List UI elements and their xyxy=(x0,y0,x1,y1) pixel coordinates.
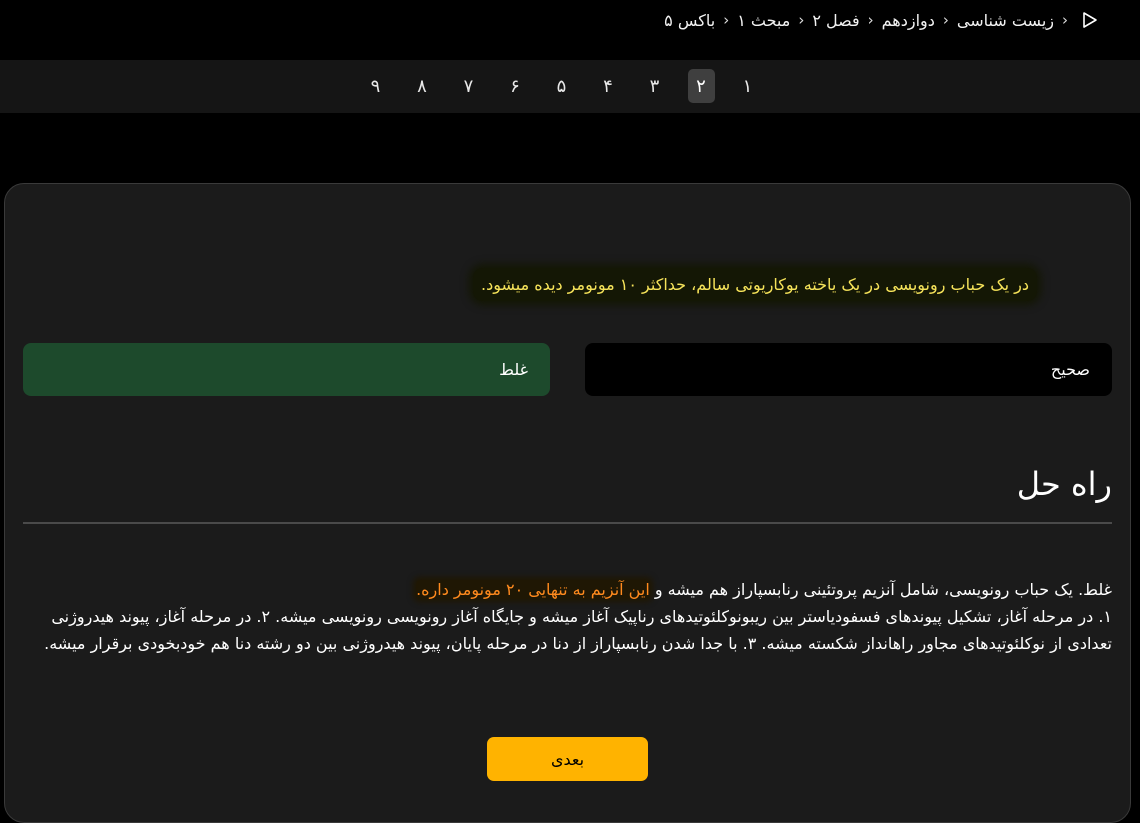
page-button-6[interactable]: ۶ xyxy=(502,69,529,103)
breadcrumb-item-box[interactable]: باکس ۵ xyxy=(664,11,715,30)
chevron-left-icon: ‹ xyxy=(798,10,805,29)
top-bar: ‹ زیست شناسی ‹ دوازدهم ‹ فصل ۲ ‹ مبحث ۱ … xyxy=(0,0,1140,60)
chevron-left-icon: ‹ xyxy=(942,10,949,29)
option-true-label: صحیح xyxy=(1050,360,1090,379)
pager-list: ۱ ۲ ۳ ۴ ۵ ۶ ۷ ۸ ۹ xyxy=(362,69,761,103)
solution-text: غلط. یک حباب رونویسی، شامل آنزیم پروتئین… xyxy=(42,576,1112,657)
breadcrumb-item-chapter[interactable]: فصل ۲ xyxy=(812,11,859,30)
option-true-button[interactable]: صحیح xyxy=(585,343,1112,396)
next-button[interactable]: بعدی xyxy=(487,737,648,781)
chevron-left-icon: ‹ xyxy=(867,10,874,29)
solution-divider xyxy=(23,522,1112,524)
play-icon[interactable] xyxy=(1080,10,1100,30)
breadcrumb-item-subject[interactable]: زیست شناسی xyxy=(957,11,1054,30)
breadcrumb-item-grade[interactable]: دوازدهم xyxy=(882,11,935,30)
page-button-8[interactable]: ۸ xyxy=(409,69,436,103)
chevron-left-icon: ‹ xyxy=(1062,10,1068,29)
page-button-9[interactable]: ۹ xyxy=(362,69,389,103)
chevron-left-icon: ‹ xyxy=(723,10,730,29)
solution-body: ۱. در مرحله آغاز، تشکیل پیوندهای فسفودیا… xyxy=(44,607,1112,653)
question-text: در یک حباب رونویسی در یک یاخته یوکاریوتی… xyxy=(473,268,1037,301)
option-false-button-selected[interactable]: غلط xyxy=(23,343,550,396)
page-button-1[interactable]: ۱ xyxy=(734,69,761,103)
solution-line1: غلط. یک حباب رونویسی، شامل آنزیم پروتئین… xyxy=(649,580,1112,599)
breadcrumb-item-topic[interactable]: مبحث ۱ xyxy=(737,11,790,30)
breadcrumb: ‹ زیست شناسی ‹ دوازدهم ‹ فصل ۲ ‹ مبحث ۱ … xyxy=(664,8,1100,32)
page-button-7[interactable]: ۷ xyxy=(455,69,482,103)
page-button-2-active[interactable]: ۲ xyxy=(687,69,715,103)
option-false-label: غلط xyxy=(499,360,528,379)
page-button-5[interactable]: ۵ xyxy=(548,69,575,103)
question-pager: ۱ ۲ ۳ ۴ ۵ ۶ ۷ ۸ ۹ xyxy=(0,60,1140,113)
solution-title: راه حل xyxy=(1016,465,1112,503)
solution-highlight: این آنزیم به تنهایی ۲۰ مونومر داره. xyxy=(416,580,650,599)
page-button-4[interactable]: ۴ xyxy=(595,69,622,103)
page-button-3[interactable]: ۳ xyxy=(641,69,668,103)
